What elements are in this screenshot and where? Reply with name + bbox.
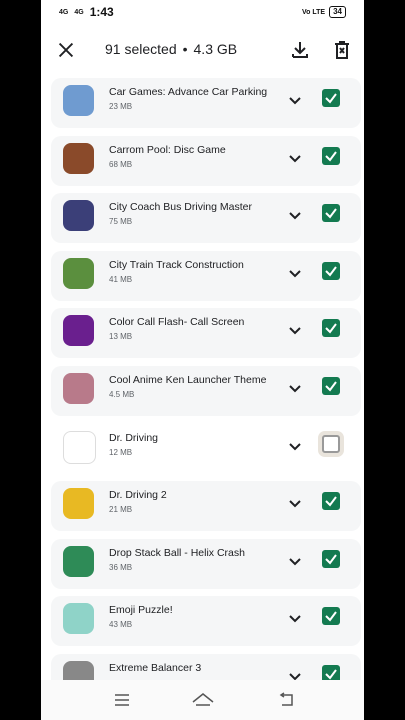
navigation-bar	[41, 680, 364, 720]
list-item[interactable]: Car Games: Advance Car Parking 23 MB	[51, 78, 361, 128]
app-name: City Train Track Construction	[109, 258, 244, 271]
app-size: 68 MB	[109, 159, 133, 169]
app-size: 4.5 MB	[109, 390, 135, 399]
app-name: Car Games: Advance Car Parking	[109, 86, 268, 98]
chevron-down-icon[interactable]	[287, 150, 303, 166]
app-name: Dr. Driving 2	[109, 489, 167, 502]
check-icon	[325, 496, 337, 507]
separator: •	[182, 41, 188, 57]
selected-count: 91 selected	[105, 41, 177, 57]
app-name: Carrom Pool: Disc Game	[109, 143, 226, 156]
train-icon	[63, 257, 94, 289]
battery-icon: 34	[329, 6, 346, 18]
close-icon[interactable]	[55, 39, 77, 61]
car-parking-icon	[63, 85, 94, 116]
back-icon[interactable]	[278, 692, 296, 708]
list-item[interactable]: Carrom Pool: Disc Game 68 MB	[51, 135, 361, 186]
app-name: Color Call Flash- Call Screen	[109, 316, 245, 329]
status-bar: 4G 4G 1:43 Vo LTE 34	[41, 0, 364, 24]
check-icon	[325, 266, 337, 277]
app-size: 12 MB	[109, 447, 133, 457]
app-size: 23 MB	[109, 102, 133, 111]
check-icon	[325, 611, 337, 622]
app-name: Emoji Puzzle!	[109, 604, 173, 617]
list-item[interactable]: City Train Track Construction 41 MB	[51, 250, 361, 301]
checkbox[interactable]	[322, 146, 340, 165]
helix-icon	[63, 545, 94, 577]
download-icon[interactable]	[288, 38, 312, 62]
chevron-down-icon[interactable]	[287, 265, 303, 281]
network-1: 4G	[59, 8, 69, 16]
list-item[interactable]: City Coach Bus Driving Master 75 MB	[51, 193, 361, 244]
carrom-icon	[63, 142, 94, 174]
app-name: Extreme Balancer 3	[109, 662, 202, 674]
network-2: 4G	[74, 8, 84, 16]
checkbox[interactable]	[322, 319, 340, 338]
app-size: 41 MB	[109, 274, 133, 284]
check-icon	[325, 554, 337, 565]
app-name: Drop Stack Ball - Helix Crash	[109, 546, 245, 559]
check-icon	[325, 208, 337, 219]
chevron-down-icon[interactable]	[287, 610, 303, 626]
volte-indicator: Vo LTE	[302, 8, 326, 16]
anime-icon	[63, 373, 94, 404]
check-icon	[325, 150, 337, 162]
checkbox[interactable]	[322, 204, 340, 223]
delete-icon[interactable]	[330, 38, 354, 62]
chevron-down-icon[interactable]	[287, 495, 303, 511]
checkbox[interactable]	[322, 492, 340, 511]
app-size: 21 MB	[109, 505, 133, 515]
app-name: City Coach Bus Driving Master	[109, 201, 252, 214]
dr-driving-2-icon	[63, 488, 94, 520]
checkbox[interactable]	[322, 377, 340, 395]
chevron-down-icon[interactable]	[287, 207, 303, 223]
list-item[interactable]: Dr. Driving 12 MB	[51, 423, 361, 474]
bus-icon	[63, 200, 94, 232]
top-app-bar: 91 selected • 4.3 GB	[41, 24, 364, 76]
check-icon	[325, 93, 337, 104]
list-item[interactable]: Drop Stack Ball - Helix Crash 36 MB	[51, 538, 361, 589]
app-name: Cool Anime Ken Launcher Theme	[109, 374, 267, 386]
app-name: Dr. Driving	[109, 431, 159, 444]
checkbox[interactable]	[322, 549, 340, 568]
dr-driving-icon	[63, 430, 96, 464]
checkbox[interactable]	[322, 607, 340, 626]
chevron-down-icon[interactable]	[287, 553, 303, 569]
list-item[interactable]: Dr. Driving 2 21 MB	[51, 481, 361, 532]
app-size: 13 MB	[109, 332, 133, 342]
list-item[interactable]: Emoji Puzzle! 43 MB	[51, 596, 361, 647]
checkbox[interactable]	[322, 89, 340, 107]
color-call-icon	[63, 315, 94, 347]
app-size: 36 MB	[109, 562, 133, 572]
selected-size: 4.3 GB	[193, 41, 238, 57]
app-size: 75 MB	[109, 217, 133, 227]
clock: 1:43	[89, 5, 114, 19]
chevron-down-icon[interactable]	[287, 92, 303, 108]
screen: 4G 4G 1:43 Vo LTE 34 91 selected • 4.3 GB …	[41, 0, 364, 720]
list-item[interactable]: Cool Anime Ken Launcher Theme 4.5 MB	[51, 366, 361, 416]
page-title: 91 selected • 4.3 GB	[105, 41, 237, 57]
checkbox[interactable]	[322, 261, 340, 280]
chevron-down-icon[interactable]	[287, 438, 303, 454]
chevron-down-icon[interactable]	[287, 380, 303, 396]
home-icon[interactable]	[191, 690, 215, 710]
checkbox[interactable]	[322, 434, 340, 453]
recents-icon[interactable]	[113, 692, 131, 708]
list-item[interactable]: Color Call Flash- Call Screen 13 MB	[51, 308, 361, 359]
check-icon	[325, 323, 337, 334]
emoji-puzzle-icon	[63, 603, 94, 635]
check-icon	[325, 381, 337, 392]
chevron-down-icon[interactable]	[287, 322, 303, 338]
app-size: 43 MB	[109, 620, 133, 630]
